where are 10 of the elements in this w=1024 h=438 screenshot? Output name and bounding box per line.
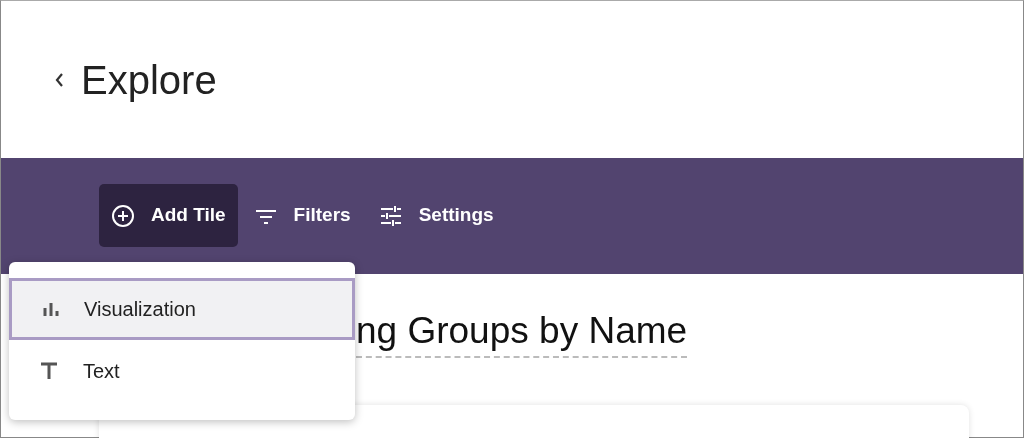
toolbar-button[interactable]: Settings bbox=[366, 184, 506, 247]
add-icon bbox=[111, 203, 135, 228]
menu-item[interactable]: Text bbox=[9, 340, 355, 402]
toolbar-button[interactable]: Add Tile bbox=[99, 184, 238, 247]
text-icon bbox=[39, 361, 59, 381]
page-title: Explore bbox=[81, 56, 217, 104]
toolbar-button[interactable]: Filters bbox=[241, 184, 363, 247]
sliders-icon bbox=[378, 204, 403, 227]
menu-item[interactable]: Visualization bbox=[9, 278, 355, 340]
bar-chart-icon bbox=[42, 300, 60, 318]
